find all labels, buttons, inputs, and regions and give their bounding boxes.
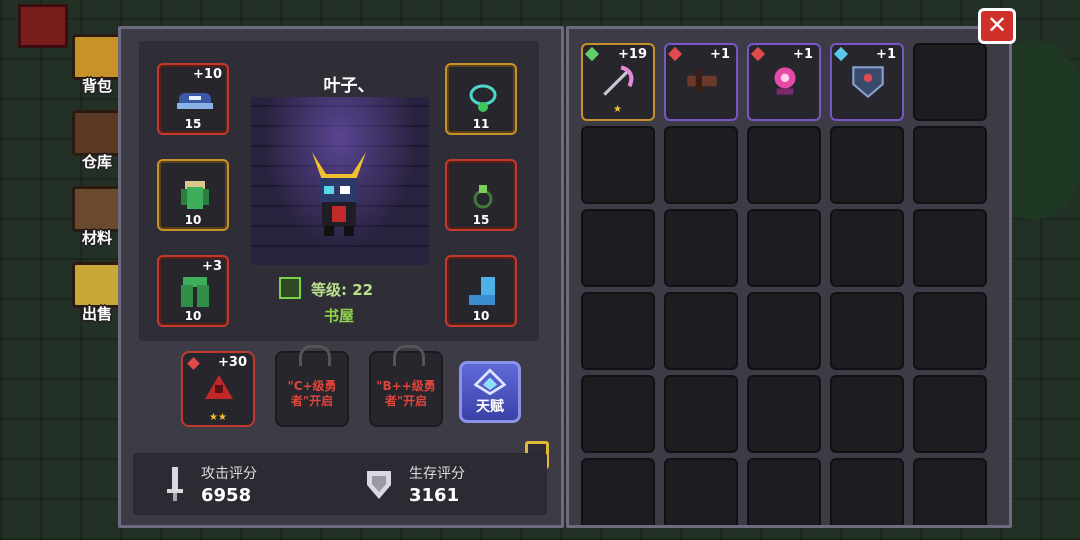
ring-slot[interactable]: 15	[445, 159, 517, 231]
inventory-empty-slot[interactable]	[913, 375, 987, 453]
inventory-empty-slot[interactable]	[581, 209, 655, 287]
ring-level: 15	[472, 213, 490, 227]
inventory-empty-slot[interactable]	[830, 292, 904, 370]
shield-icon	[367, 471, 391, 499]
attack-label: 攻击评分	[201, 466, 257, 482]
item-plus: +1	[793, 47, 813, 62]
scythe-icon	[603, 65, 634, 96]
inventory-empty-slot[interactable]	[664, 375, 738, 453]
lock-icon	[299, 345, 331, 366]
character-location: 书屋	[323, 307, 354, 325]
character-name: 叶子、	[323, 76, 375, 96]
armor-slot[interactable]: 10	[157, 159, 229, 231]
pet-slot[interactable]: +30 ★★	[181, 351, 255, 427]
character-panel: +10 15 10 +3 10 11 15 10 叶子、 等级: 22 书屋 +…	[118, 26, 564, 528]
locked-slot-b-text: "B++级勇者"开启	[376, 379, 436, 408]
gem-icon	[750, 46, 766, 62]
pants-slot[interactable]: +3 10	[157, 255, 229, 327]
inventory-empty-slot[interactable]	[664, 209, 738, 287]
inventory-empty-slot[interactable]	[747, 292, 821, 370]
inventory-item[interactable]: +1	[830, 43, 904, 121]
locked-slot-b[interactable]: "B++级勇者"开启	[369, 345, 443, 427]
survival-value: 3161	[409, 485, 460, 506]
red-gem-icon	[187, 357, 200, 370]
character-level: 等级: 22	[311, 281, 374, 299]
inventory-empty-slot[interactable]	[830, 375, 904, 453]
inventory-empty-slot[interactable]	[913, 458, 987, 525]
sword-level-icon	[279, 277, 301, 299]
inventory-empty-slot[interactable]	[913, 209, 987, 287]
ring-icon	[473, 185, 493, 209]
item-plus: +19	[618, 47, 647, 62]
locked-slot-c-text: "C+级勇者"开启	[287, 379, 337, 408]
pet-icon	[205, 375, 233, 399]
item-stars: ★	[613, 104, 622, 115]
close-button[interactable]: ✕	[978, 8, 1016, 44]
survival-label: 生存评分	[409, 466, 465, 482]
inventory-empty-slot[interactable]	[581, 292, 655, 370]
gem-icon	[833, 46, 849, 62]
inventory-item[interactable]: +1	[747, 43, 821, 121]
attack-value: 6958	[201, 485, 252, 506]
pants-level: 10	[184, 309, 202, 323]
equipment-area: +10 15 10 +3 10 11 15 10 叶子、 等级: 22 书屋	[139, 41, 539, 341]
inventory-empty-slot[interactable]	[664, 292, 738, 370]
inventory-empty-slot[interactable]	[913, 126, 987, 204]
necklace-icon	[469, 84, 497, 112]
necklace-level: 11	[472, 117, 490, 131]
talent-button[interactable]: 天赋	[459, 361, 521, 423]
stats-bar: 攻击评分 6958 生存评分 3161	[133, 453, 547, 515]
armor-level: 10	[184, 213, 202, 227]
crossbow-icon	[687, 69, 717, 93]
treasure-chest-decoration	[18, 4, 68, 48]
necklace-slot[interactable]: 11	[445, 63, 517, 135]
inventory-empty-slot[interactable]	[913, 292, 987, 370]
talent-label: 天赋	[476, 399, 504, 415]
item-plus: +1	[710, 47, 730, 62]
armor-icon	[181, 181, 209, 209]
inventory-empty-slot[interactable]	[747, 458, 821, 525]
boots-icon	[469, 277, 495, 305]
flower-icon	[774, 67, 796, 95]
inventory-empty-slot[interactable]	[830, 209, 904, 287]
helmet-level: 15	[184, 117, 202, 131]
gem-icon	[667, 46, 683, 62]
inventory-item[interactable]: +19 ★	[581, 43, 655, 121]
inventory-empty-slot[interactable]	[664, 458, 738, 525]
inventory-empty-slot[interactable]	[747, 209, 821, 287]
helmet-plus: +10	[193, 67, 222, 82]
level-row: 等级: 22	[279, 277, 419, 301]
inventory-empty-slot[interactable]	[747, 126, 821, 204]
lock-icon	[393, 345, 425, 366]
character-portrait	[251, 97, 429, 265]
inventory-empty-slot[interactable]	[664, 126, 738, 204]
inventory-empty-slot[interactable]	[581, 458, 655, 525]
pet-stars: ★★	[209, 412, 227, 423]
sword-icon	[167, 467, 183, 501]
gem-icon	[584, 46, 600, 62]
locked-slot-c[interactable]: "C+级勇者"开启	[275, 345, 349, 427]
inventory-empty-slot[interactable]	[581, 375, 655, 453]
inventory-item[interactable]: +1	[664, 43, 738, 121]
hero-sprite-icon	[312, 152, 366, 236]
inventory-empty-slot[interactable]	[581, 126, 655, 204]
item-plus: +1	[876, 47, 896, 62]
pet-plus: +30	[218, 355, 247, 370]
pants-icon	[181, 277, 209, 307]
helmet-icon	[177, 93, 213, 109]
shield-icon	[852, 66, 884, 99]
inventory-empty-slot[interactable]	[747, 375, 821, 453]
inventory-empty-slot[interactable]	[830, 458, 904, 525]
pants-plus: +3	[202, 259, 222, 274]
inventory-empty-slot[interactable]	[913, 43, 987, 121]
inventory-empty-slot[interactable]	[830, 126, 904, 204]
talent-icon	[473, 368, 507, 396]
boots-level: 10	[472, 309, 490, 323]
inventory-panel: +19 ★ +1 +1 +1	[566, 26, 1012, 528]
boots-slot[interactable]: 10	[445, 255, 517, 327]
helmet-slot[interactable]: +10 15	[157, 63, 229, 135]
